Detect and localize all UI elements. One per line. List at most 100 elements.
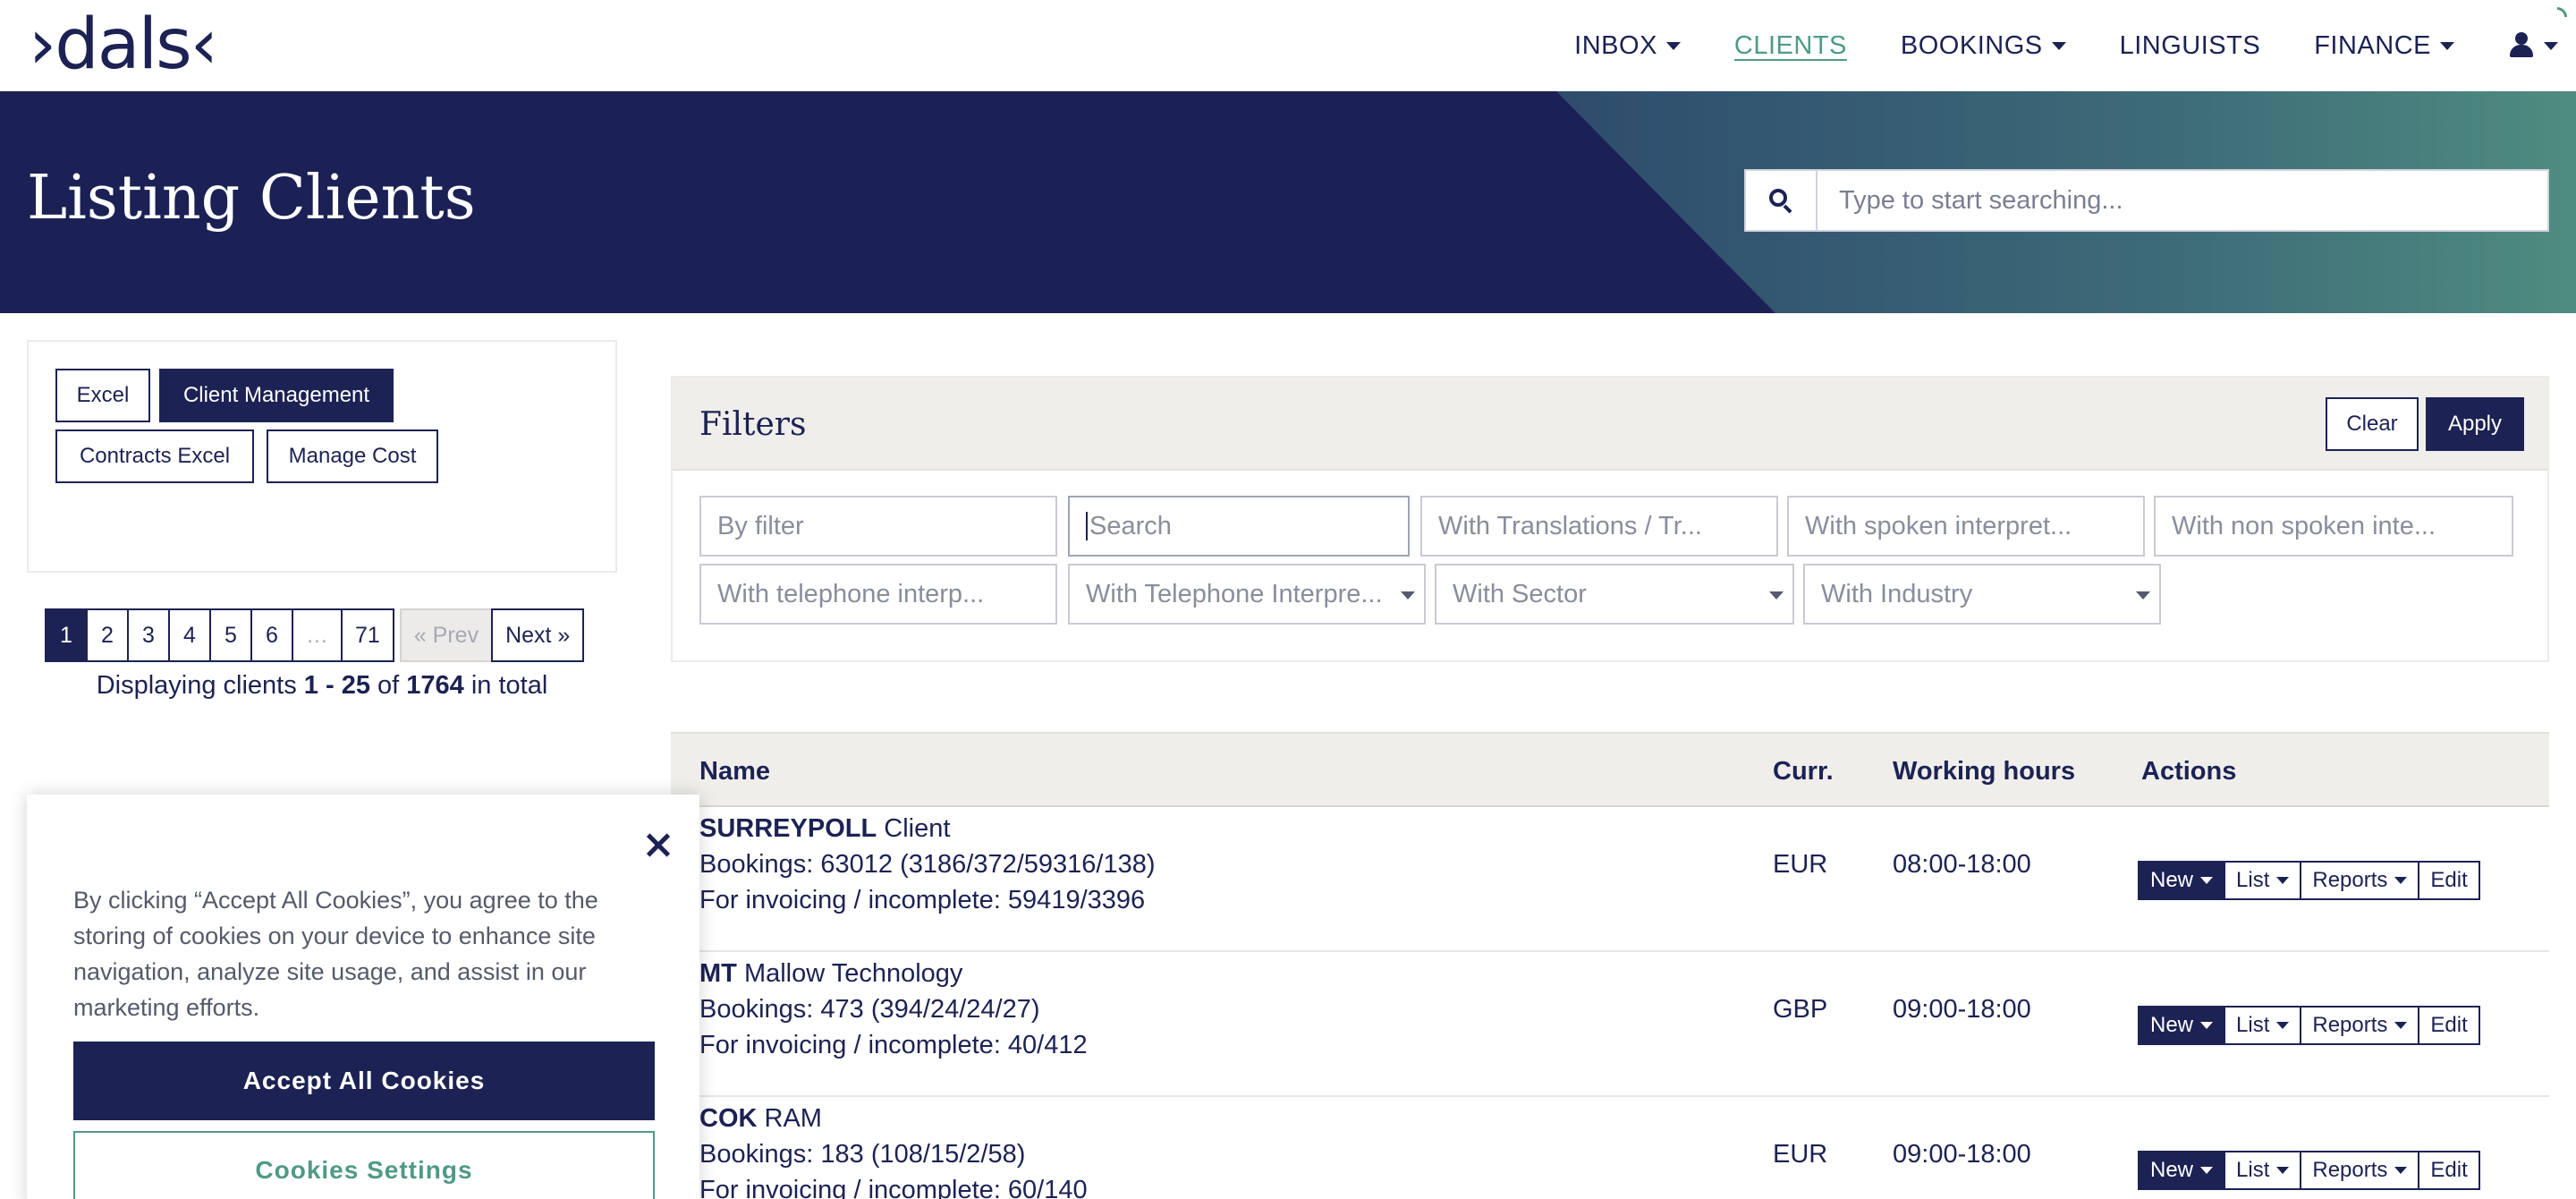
client-invoicing: For invoicing / incomplete: 59419/3396 [699, 886, 1146, 914]
with-telephone-interpreter-select[interactable]: With Telephone Interpre... [1068, 564, 1426, 625]
nav-item-inbox[interactable]: INBOX [1574, 31, 1681, 61]
next-page-button[interactable]: Next » [491, 608, 585, 662]
dals-logo[interactable]: ›dals‹ [29, 4, 218, 85]
client-invoicing: For invoicing / incomplete: 60/140 [699, 1176, 1088, 1199]
manage-cost-button[interactable]: Manage Cost [267, 429, 438, 483]
row-actions: New List Reports Edit [2138, 1006, 2480, 1045]
with-translations-filter[interactable]: With Translations / Tr... [1420, 496, 1778, 557]
caret-down-icon [2394, 1022, 2408, 1029]
nav-item-finance[interactable]: FINANCE [2314, 31, 2454, 61]
list-label: List [2236, 1013, 2270, 1037]
page-link-71[interactable]: 71 [341, 608, 394, 662]
client-name[interactable]: MT Mallow Technology [699, 956, 962, 991]
with-spoken-interpreting-filter[interactable]: With spoken interpret... [1787, 496, 2145, 557]
client-working-hours: 09:00-18:00 [1893, 1140, 2031, 1169]
nav-item-clients[interactable]: CLIENTS [1734, 31, 1847, 61]
column-header-currency[interactable]: Curr. [1773, 757, 1834, 787]
client-working-hours: 08:00-18:00 [1893, 850, 2031, 879]
list-dropdown-button[interactable]: List [2224, 861, 2302, 900]
client-currency: GBP [1773, 995, 1828, 1024]
user-menu[interactable] [2508, 32, 2558, 59]
caret-down-icon [2136, 591, 2150, 600]
search-button[interactable] [1746, 171, 1818, 230]
page-link-2[interactable]: 2 [86, 608, 129, 662]
reports-dropdown-button[interactable]: Reports [2300, 861, 2420, 900]
new-dropdown-button[interactable]: New [2138, 1006, 2226, 1045]
page-link-3[interactable]: 3 [127, 608, 170, 662]
edit-button[interactable]: Edit [2418, 1006, 2480, 1045]
list-dropdown-button[interactable]: List [2224, 1151, 2302, 1190]
list-dropdown-button[interactable]: List [2224, 1006, 2302, 1045]
display-count: Displaying clients 1 - 25 of 1764 in tot… [27, 671, 617, 701]
reports-dropdown-button[interactable]: Reports [2300, 1006, 2420, 1045]
client-code: SURREYPOLL [699, 814, 877, 843]
top-navbar: ›dals‹ INBOX CLIENTS BOOKINGS LINGUISTS … [0, 0, 2576, 91]
client-name-text: Mallow Technology [743, 959, 963, 988]
caret-down-icon [2394, 1167, 2408, 1174]
row-actions: New List Reports Edit [2138, 861, 2480, 900]
nav-item-bookings[interactable]: BOOKINGS [1901, 31, 2066, 61]
new-dropdown-button[interactable]: New [2138, 1151, 2226, 1190]
excel-button[interactable]: Excel [55, 369, 150, 422]
new-label: New [2150, 868, 2194, 892]
client-name[interactable]: COK RAM [699, 1101, 822, 1136]
text-cursor [1086, 512, 1088, 540]
user-icon [2508, 32, 2535, 59]
caret-down-icon [2394, 877, 2408, 884]
display-count-of: of [369, 671, 407, 700]
list-label: List [2236, 1158, 2270, 1182]
with-telephone-interpreter-label: With Telephone Interpre... [1086, 579, 1383, 608]
page-link-1[interactable]: 1 [45, 608, 88, 662]
with-sector-select[interactable]: With Sector [1435, 564, 1794, 625]
caret-down-icon [2440, 41, 2454, 50]
page-title: Listing Clients [27, 163, 476, 234]
reports-label: Reports [2312, 1158, 2388, 1182]
clients-table: Name Curr. Working hours Actions SURREYP… [671, 732, 2549, 1199]
with-industry-select[interactable]: With Industry [1803, 564, 2161, 625]
prev-page-button: « Prev [399, 608, 494, 662]
with-telephone-interp-filter[interactable]: With telephone interp... [699, 564, 1057, 625]
apply-filters-button[interactable]: Apply [2426, 397, 2524, 451]
new-label: New [2150, 1158, 2194, 1182]
client-name[interactable]: SURREYPOLL Client [699, 811, 950, 846]
filters-panel: Filters Clear Apply By filter Search Wit… [671, 376, 2549, 662]
page-link-5[interactable]: 5 [209, 608, 252, 662]
cookie-consent-banner: By clicking “Accept All Cookies”, you ag… [27, 795, 699, 1199]
page-link-4[interactable]: 4 [168, 608, 211, 662]
edit-button[interactable]: Edit [2418, 1151, 2480, 1190]
with-sector-label: With Sector [1453, 579, 1587, 608]
caret-down-icon [2544, 41, 2558, 50]
nav-item-linguists[interactable]: LINGUISTS [2120, 31, 2261, 61]
client-name-text: RAM [764, 1104, 822, 1133]
clear-filters-button[interactable]: Clear [2326, 397, 2419, 451]
contracts-excel-button[interactable]: Contracts Excel [55, 429, 254, 483]
caret-down-icon [2276, 1167, 2290, 1174]
caret-down-icon [1401, 591, 1415, 600]
reports-dropdown-button[interactable]: Reports [2300, 1151, 2420, 1190]
client-name-text: Client [884, 814, 951, 843]
edit-button[interactable]: Edit [2418, 861, 2480, 900]
new-dropdown-button[interactable]: New [2138, 861, 2226, 900]
with-non-spoken-interpreting-filter[interactable]: With non spoken inte... [2154, 496, 2513, 557]
client-currency: EUR [1773, 1140, 1828, 1169]
page-link-6[interactable]: 6 [250, 608, 293, 662]
accept-all-cookies-button[interactable]: Accept All Cookies [73, 1042, 655, 1120]
client-code: MT [699, 959, 737, 988]
caret-down-icon [2276, 877, 2290, 884]
table-row: MT Mallow Technology Bookings: 473 (394/… [671, 952, 2549, 1097]
column-header-working-hours[interactable]: Working hours [1893, 757, 2075, 787]
display-count-prefix: Displaying clients [96, 671, 304, 700]
by-filter-select[interactable]: By filter [699, 496, 1057, 557]
new-label: New [2150, 1013, 2194, 1037]
close-icon[interactable] [644, 830, 673, 859]
reports-label: Reports [2312, 868, 2388, 892]
column-header-name[interactable]: Name [699, 757, 770, 787]
cookies-settings-button[interactable]: Cookies Settings [73, 1131, 655, 1199]
client-management-button[interactable]: Client Management [159, 369, 394, 422]
global-search-input[interactable] [1818, 171, 2547, 230]
search-icon [1769, 189, 1792, 214]
export-tools-panel: Excel Client Management Contracts Excel … [27, 340, 617, 573]
search-filter-input[interactable]: Search [1068, 496, 1410, 557]
nav-item-finance-label: FINANCE [2314, 30, 2431, 60]
with-industry-label: With Industry [1821, 579, 1973, 608]
